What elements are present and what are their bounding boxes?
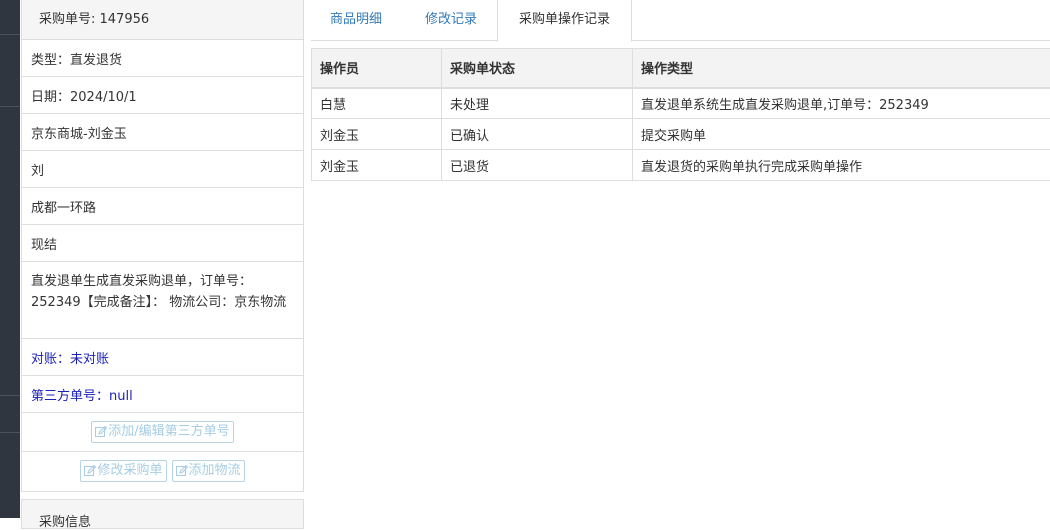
operation-log-table: 操作员 采购单状态 操作类型 白慧 未处理 直发退单系统生成直发采购退单,订单号… bbox=[311, 48, 1050, 181]
table-row: 刘金玉 已退货 直发退货的采购单执行完成采购单操作 bbox=[312, 150, 1050, 181]
store-name: 京东商城-刘金玉 bbox=[22, 114, 303, 151]
order-remark: 直发退单生成直发采购退单，订单号：252349【完成备注】： 物流公司：京东物流 bbox=[22, 262, 303, 339]
tab-modification-log[interactable]: 修改记录 bbox=[406, 0, 496, 41]
table-row: 刘金玉 已确认 提交采购单 bbox=[312, 119, 1050, 150]
table-header-row: 操作员 采购单状态 操作类型 bbox=[312, 49, 1050, 88]
header-status: 采购单状态 bbox=[442, 49, 633, 88]
detail-tabs: 商品明细 修改记录 采购单操作记录 bbox=[311, 0, 1050, 41]
cell-status: 已确认 bbox=[442, 119, 633, 150]
address: 成都一环路 bbox=[22, 188, 303, 225]
third-party-number: 第三方单号：null bbox=[22, 376, 303, 413]
contact-name: 刘 bbox=[22, 151, 303, 188]
order-date: 日期：2024/10/1 bbox=[22, 77, 303, 114]
modify-order-button[interactable]: 修改采购单 bbox=[80, 460, 166, 482]
cell-operator: 刘金玉 bbox=[312, 150, 442, 181]
third-party-button-row: 添加/编辑第三方单号 bbox=[22, 413, 303, 452]
sidebar-divider bbox=[0, 106, 20, 107]
purchase-info-panel: 采购信息 bbox=[21, 499, 304, 529]
add-logistics-button[interactable]: 添加物流 bbox=[172, 460, 245, 482]
tab-product-details[interactable]: 商品明细 bbox=[311, 0, 401, 41]
edit-icon bbox=[84, 465, 96, 477]
cell-operation-type: 直发退单系统生成直发采购退单,订单号：252349 bbox=[633, 88, 1050, 119]
header-operator: 操作员 bbox=[312, 49, 442, 88]
sidebar-divider bbox=[0, 432, 20, 433]
order-number-header: 采购单号: 147956 bbox=[22, 0, 303, 40]
modify-order-label: 修改采购单 bbox=[97, 462, 162, 480]
table-row: 白慧 未处理 直发退单系统生成直发采购退单,订单号：252349 bbox=[312, 88, 1050, 119]
settlement-method: 现结 bbox=[22, 225, 303, 262]
edit-icon bbox=[95, 426, 107, 438]
reconcile-status: 对账：未对账 bbox=[22, 339, 303, 376]
tab-operation-log[interactable]: 采购单操作记录 bbox=[497, 0, 632, 42]
cell-status: 已退货 bbox=[442, 150, 633, 181]
cell-operation-type: 提交采购单 bbox=[633, 119, 1050, 150]
order-actions-row: 修改采购单 添加物流 bbox=[22, 452, 303, 490]
sidebar-divider bbox=[0, 395, 20, 396]
header-operation-type: 操作类型 bbox=[633, 49, 1050, 88]
cell-operation-type: 直发退货的采购单执行完成采购单操作 bbox=[633, 150, 1050, 181]
add-edit-third-party-label: 添加/编辑第三方单号 bbox=[108, 423, 229, 441]
add-edit-third-party-button[interactable]: 添加/编辑第三方单号 bbox=[91, 421, 233, 443]
add-logistics-label: 添加物流 bbox=[189, 462, 241, 480]
sidebar-divider bbox=[0, 34, 20, 35]
cell-operator: 刘金玉 bbox=[312, 119, 442, 150]
cell-operator: 白慧 bbox=[312, 88, 442, 119]
cell-status: 未处理 bbox=[442, 88, 633, 119]
purchase-info-title: 采购信息 bbox=[39, 511, 91, 530]
order-type: 类型：直发退货 bbox=[22, 40, 303, 77]
edit-icon bbox=[176, 465, 188, 477]
order-info-panel: 采购单号: 147956 类型：直发退货 日期：2024/10/1 京东商城-刘… bbox=[21, 0, 304, 492]
app-sidebar bbox=[0, 0, 20, 518]
